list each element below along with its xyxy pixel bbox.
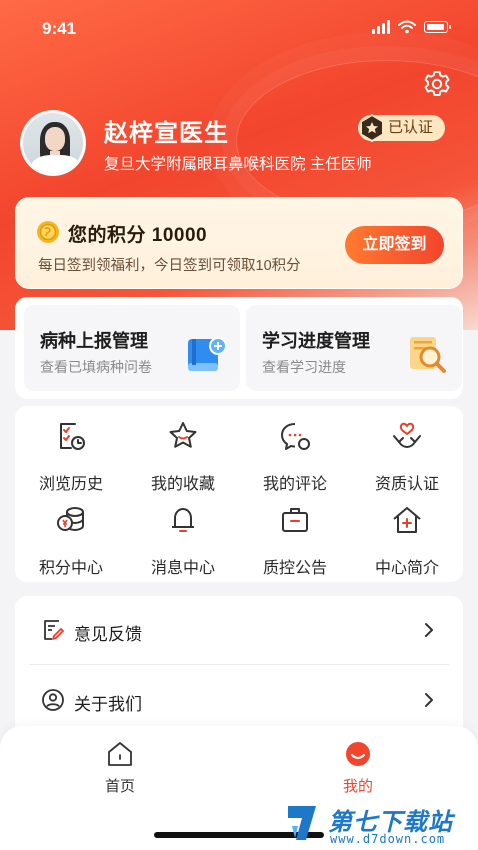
disease-report-subtitle: 查看已填病种问卷 bbox=[40, 359, 152, 375]
grid-label-favorites: 我的收藏 bbox=[150, 476, 215, 493]
status-icons bbox=[372, 20, 451, 34]
wifi-icon bbox=[398, 20, 416, 34]
chevron-right-icon bbox=[425, 623, 433, 637]
list-divider bbox=[29, 664, 449, 665]
feedback-icon bbox=[44, 620, 64, 640]
coins-icon bbox=[57, 507, 84, 532]
heart-hands-icon bbox=[393, 422, 421, 448]
settings-gear-icon[interactable] bbox=[422, 69, 452, 99]
grid-label-quality-notice: 质控公告 bbox=[262, 560, 327, 577]
grid-label-browse-history: 浏览历史 bbox=[38, 476, 103, 493]
watermark: 第七下载站 www.d7down.com bbox=[284, 800, 474, 850]
status-time: 9:41 bbox=[42, 19, 77, 38]
list-label-about-us: 关于我们 bbox=[74, 695, 142, 714]
grid-item-qualification[interactable]: 资质认证 bbox=[351, 410, 463, 493]
doctor-hospital-title: 复旦大学附属眼耳鼻喉科医院 主任医师 bbox=[104, 156, 372, 173]
sign-in-button[interactable]: 立即签到 bbox=[345, 226, 444, 264]
grid-item-message-center[interactable]: 消息中心 bbox=[127, 494, 239, 577]
about-icon bbox=[42, 689, 64, 711]
history-icon bbox=[60, 423, 85, 450]
list-item-about-us[interactable]: 关于我们 bbox=[15, 666, 463, 734]
disease-report-management-card[interactable]: 病种上报管理 查看已填病种问卷 bbox=[24, 305, 240, 391]
verified-label: 已认证 bbox=[388, 119, 434, 136]
book-plus-icon bbox=[188, 337, 227, 371]
document-search-icon bbox=[410, 337, 446, 373]
management-section: 病种上报管理 查看已填病种问卷 学习进度管理 查看学习进度 bbox=[15, 297, 463, 399]
watermark-logo bbox=[288, 806, 316, 840]
points-description: 每日签到领福利，今日签到可领取10积分 bbox=[38, 258, 301, 274]
grid-label-message-center: 消息中心 bbox=[150, 560, 215, 577]
grid-label-center-intro: 中心简介 bbox=[374, 560, 439, 577]
tab-profile-label: 我的 bbox=[342, 778, 373, 795]
points-card: 您的积分 10000 每日签到领福利，今日签到可领取10积分 立即签到 bbox=[15, 197, 463, 289]
list-label-feedback: 意见反馈 bbox=[74, 625, 142, 644]
grid-label-points-center: 积分中心 bbox=[38, 560, 103, 577]
points-title: 您的积分 10000 bbox=[68, 225, 208, 246]
comment-icon bbox=[281, 423, 310, 450]
watermark-url: www.d7down.com bbox=[330, 832, 446, 846]
coin-icon bbox=[37, 221, 59, 243]
grid-label-qualification: 资质认证 bbox=[374, 476, 439, 493]
tab-home-label: 首页 bbox=[104, 778, 135, 795]
avatar[interactable] bbox=[20, 110, 86, 176]
verified-badge: 已认证 bbox=[358, 114, 446, 142]
study-progress-title: 学习进度管理 bbox=[262, 331, 370, 351]
disease-report-title: 病种上报管理 bbox=[40, 331, 148, 351]
signal-icon bbox=[372, 20, 390, 34]
battery-icon bbox=[424, 21, 451, 33]
briefcase-icon bbox=[282, 508, 308, 532]
bell-icon bbox=[172, 508, 194, 532]
doctor-name: 赵梓宣医生 bbox=[104, 120, 229, 147]
grid-item-quality-notice[interactable]: 质控公告 bbox=[239, 494, 351, 577]
home-plus-icon bbox=[393, 507, 421, 533]
study-progress-management-card[interactable]: 学习进度管理 查看学习进度 bbox=[246, 305, 462, 391]
status-bar: 9:41 bbox=[0, 0, 478, 56]
grid-item-browse-history[interactable]: 浏览历史 bbox=[15, 410, 127, 493]
grid-label-comments: 我的评论 bbox=[262, 476, 327, 493]
settings-list: 意见反馈 关于我们 bbox=[15, 596, 463, 746]
study-progress-subtitle: 查看学习进度 bbox=[262, 359, 346, 375]
tab-home[interactable]: 首页 bbox=[70, 740, 170, 800]
tab-profile[interactable]: 我的 bbox=[308, 740, 408, 800]
grid-item-points-center[interactable]: 积分中心 bbox=[15, 494, 127, 577]
verified-star-icon bbox=[360, 114, 384, 142]
star-icon bbox=[169, 422, 197, 448]
feature-grid: 浏览历史 我的收藏 我的评论 资质认证 积分中心 消息中心 质控公告 中心简介 bbox=[15, 406, 463, 582]
list-item-feedback[interactable]: 意见反馈 bbox=[15, 596, 463, 665]
grid-item-comments[interactable]: 我的评论 bbox=[239, 410, 351, 493]
profile-face-icon bbox=[346, 742, 370, 766]
grid-item-favorites[interactable]: 我的收藏 bbox=[127, 410, 239, 493]
chevron-right-icon bbox=[425, 693, 433, 707]
home-icon bbox=[108, 742, 132, 766]
grid-item-center-intro[interactable]: 中心简介 bbox=[351, 494, 463, 577]
